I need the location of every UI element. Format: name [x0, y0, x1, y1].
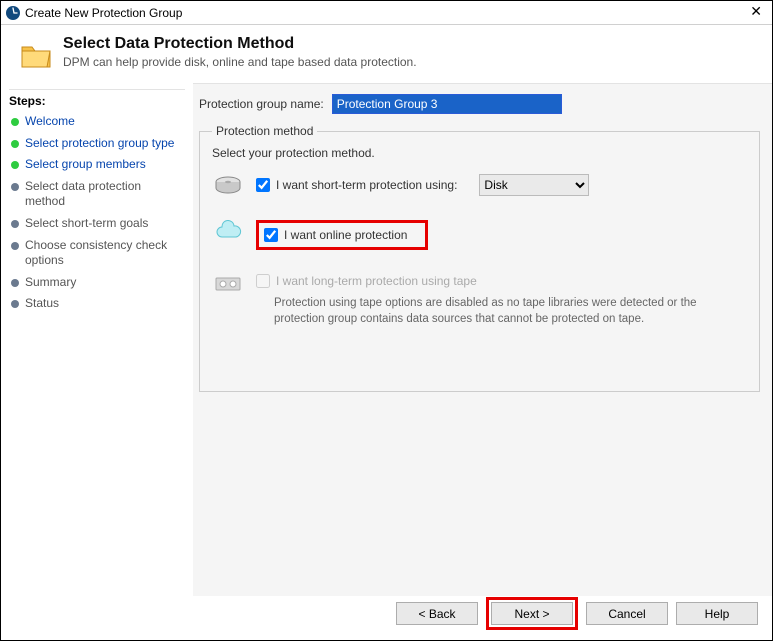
steps-heading: Steps: — [9, 94, 185, 108]
folder-icon — [19, 39, 53, 73]
tape-option: I want long-term protection using tape P… — [212, 274, 747, 327]
step-bullet-icon — [11, 242, 19, 250]
step-item: Summary — [9, 275, 185, 291]
window-title: Create New Protection Group — [25, 6, 182, 20]
step-label[interactable]: Select protection group type — [25, 136, 174, 152]
steps-sidebar: Steps: Welcome Select protection group ty… — [1, 83, 193, 596]
step-bullet-icon — [11, 118, 19, 126]
app-icon — [5, 5, 21, 21]
step-label[interactable]: Select group members — [25, 157, 146, 173]
step-item[interactable]: Welcome — [9, 114, 185, 130]
step-item[interactable]: Select group members — [9, 157, 185, 173]
tape-label: I want long-term protection using tape — [276, 274, 477, 288]
online-highlight: I want online protection — [256, 220, 428, 250]
next-highlight: Next > — [486, 597, 578, 630]
page-title: Select Data Protection Method — [63, 35, 417, 53]
short-term-storage-select[interactable]: Disk — [479, 174, 589, 196]
method-legend: Protection method — [212, 124, 317, 138]
titlebar: Create New Protection Group ✕ — [1, 1, 772, 25]
page-subtitle: DPM can help provide disk, online and ta… — [63, 55, 417, 69]
short-term-checkbox[interactable] — [256, 178, 270, 192]
wizard-footer: < Back Next > Cancel Help — [396, 597, 758, 630]
main-panel: Protection group name: Protection method… — [193, 83, 772, 596]
step-label: Status — [25, 296, 59, 312]
close-button[interactable]: ✕ — [744, 3, 768, 20]
step-bullet-icon — [11, 140, 19, 148]
online-label: I want online protection — [284, 228, 407, 242]
protection-method-fieldset: Protection method Select your protection… — [199, 124, 760, 392]
disk-icon — [212, 174, 244, 196]
step-bullet-icon — [11, 300, 19, 308]
group-name-input[interactable] — [332, 94, 562, 114]
step-bullet-icon — [11, 183, 19, 191]
tape-checkbox — [256, 274, 270, 288]
cloud-icon — [212, 220, 244, 242]
step-label: Choose consistency check options — [25, 238, 181, 269]
step-item: Select data protection method — [9, 179, 185, 210]
cancel-button[interactable]: Cancel — [586, 602, 668, 625]
short-term-option: I want short-term protection using: Disk — [212, 174, 747, 196]
online-option: I want online protection — [212, 220, 747, 250]
next-button[interactable]: Next > — [491, 602, 573, 625]
tape-icon — [212, 274, 244, 294]
wizard-header: Select Data Protection Method DPM can he… — [1, 25, 772, 83]
step-label: Select short-term goals — [25, 216, 148, 232]
online-checkbox[interactable] — [264, 228, 278, 242]
tape-desc: Protection using tape options are disabl… — [274, 296, 704, 327]
step-bullet-icon — [11, 220, 19, 228]
step-bullet-icon — [11, 161, 19, 169]
help-button[interactable]: Help — [676, 602, 758, 625]
step-item[interactable]: Select protection group type — [9, 136, 185, 152]
step-label: Summary — [25, 275, 76, 291]
step-label: Select data protection method — [25, 179, 181, 210]
method-instruction: Select your protection method. — [212, 146, 747, 160]
step-item: Select short-term goals — [9, 216, 185, 232]
short-term-label: I want short-term protection using: — [276, 178, 457, 192]
step-label[interactable]: Welcome — [25, 114, 75, 130]
step-item: Choose consistency check options — [9, 238, 185, 269]
step-bullet-icon — [11, 279, 19, 287]
back-button[interactable]: < Back — [396, 602, 478, 625]
step-item: Status — [9, 296, 185, 312]
group-name-label: Protection group name: — [199, 97, 324, 111]
